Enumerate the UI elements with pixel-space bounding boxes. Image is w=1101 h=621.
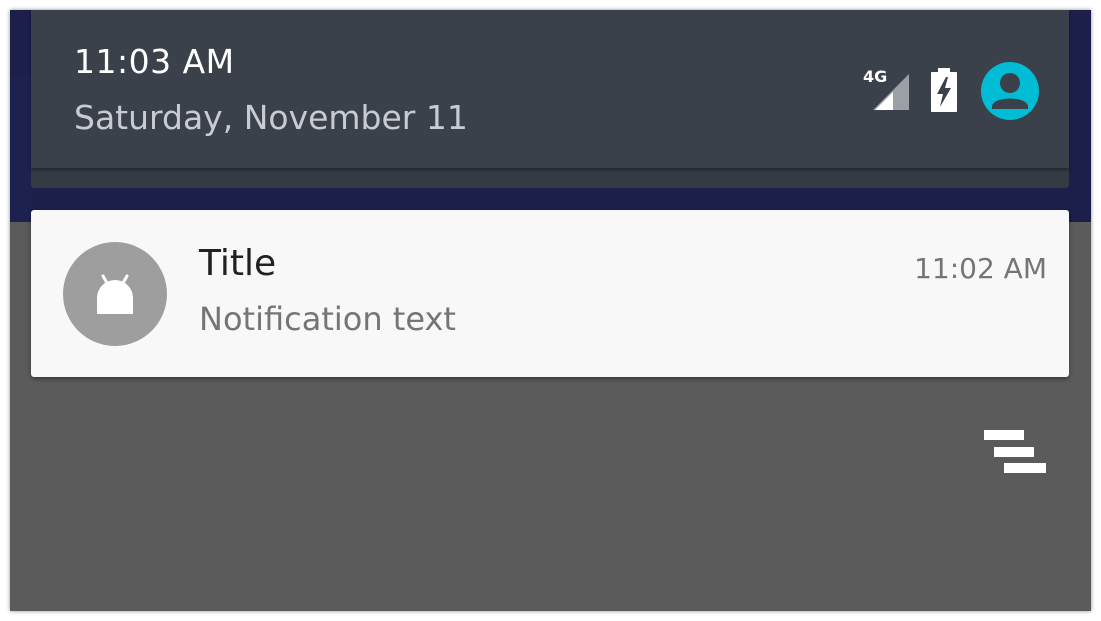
clock-date: Saturday, November 11 xyxy=(74,98,468,137)
notification-card[interactable]: Title Notification text 11:02 AM xyxy=(31,210,1069,377)
status-header[interactable]: 11:03 AM Saturday, November 11 4G xyxy=(31,10,1069,168)
quick-settings-handle[interactable] xyxy=(31,168,1069,188)
clear-all-button[interactable] xyxy=(982,429,1046,475)
clear-all-icon-bar xyxy=(1004,463,1046,473)
battery-charging-icon xyxy=(931,68,957,112)
notification-title: Title xyxy=(199,243,277,284)
wallpaper-edge xyxy=(10,75,31,222)
android-icon xyxy=(97,274,133,314)
clock-time: 11:03 AM xyxy=(74,42,235,81)
user-avatar-icon[interactable] xyxy=(981,62,1039,120)
notification-text: Notification text xyxy=(199,300,456,338)
notification-time: 11:02 AM xyxy=(914,252,1047,285)
clear-all-icon-bar xyxy=(994,447,1034,457)
app-icon xyxy=(63,242,167,346)
notification-shade: 11:03 AM Saturday, November 11 4G Title … xyxy=(10,10,1091,611)
signal-4g-icon: 4G xyxy=(863,67,909,110)
network-type-label: 4G xyxy=(863,67,887,86)
clear-all-icon xyxy=(984,430,1024,440)
